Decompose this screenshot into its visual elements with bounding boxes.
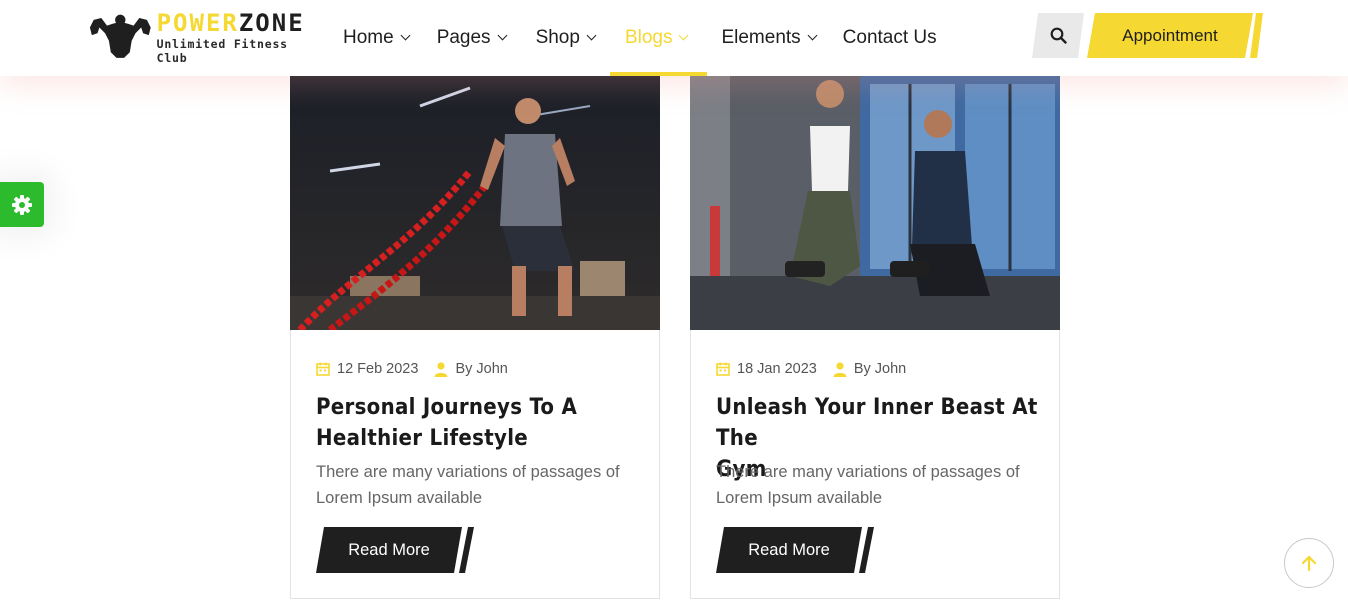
chevron-down-icon xyxy=(807,30,818,41)
nav-item-home[interactable]: Home xyxy=(343,0,411,76)
post-author[interactable]: By John xyxy=(854,361,906,377)
search-button[interactable] xyxy=(1032,13,1084,58)
post-title-line: Healthier Lifestyle xyxy=(316,426,529,451)
user-icon xyxy=(833,361,847,377)
nav-item-blogs[interactable]: Blogs xyxy=(610,0,707,76)
blog-image-battle-ropes[interactable] xyxy=(290,76,660,330)
chevron-down-icon xyxy=(679,30,689,41)
brand-name-part2: ZONE xyxy=(238,8,305,37)
post-meta: 12 Feb 2023 By John xyxy=(316,360,508,378)
post-title-line: Personal Journeys To A xyxy=(316,395,578,420)
blog-image-gym-lunges[interactable] xyxy=(690,76,1060,330)
post-date: 18 Jan 2023 xyxy=(737,361,817,377)
arrow-up-icon xyxy=(1301,555,1317,572)
chevron-down-icon xyxy=(497,30,508,41)
appointment-button-accent xyxy=(1250,13,1263,58)
post-title[interactable]: Personal Journeys To A Healthier Lifesty… xyxy=(316,392,646,454)
post-title-line: Unleash Your Inner Beast At The xyxy=(716,395,1038,451)
search-icon xyxy=(1050,27,1067,44)
nav-item-label: Home xyxy=(343,27,394,48)
post-author[interactable]: By John xyxy=(455,361,507,377)
page: POWERZONE Unlimited Fitness Club Home Pa… xyxy=(0,0,1348,600)
settings-toggle[interactable] xyxy=(0,182,44,227)
nav-item-label: Elements xyxy=(721,27,801,48)
nav-item-contact-us[interactable]: Contact Us xyxy=(843,0,937,76)
post-excerpt: There are many variations of passages of… xyxy=(716,463,1020,507)
scroll-to-top-button[interactable] xyxy=(1284,538,1334,588)
main-nav: Home Pages Shop Blogs Elements Contact U… xyxy=(343,0,937,76)
brand-name-part1: POWER xyxy=(156,8,239,37)
read-more-button-accent xyxy=(859,527,874,573)
nav-item-pages[interactable]: Pages xyxy=(436,0,508,76)
user-icon xyxy=(434,361,448,377)
nav-item-label: Shop xyxy=(535,27,580,48)
chevron-down-icon xyxy=(400,30,411,41)
chevron-down-icon xyxy=(586,30,597,41)
post-date: 12 Feb 2023 xyxy=(337,361,419,377)
blog-card: 12 Feb 2023 By John Personal Journeys To… xyxy=(290,76,660,599)
blog-card: 18 Jan 2023 By John Unleash Your Inner B… xyxy=(690,76,1060,599)
bodybuilder-logo-icon xyxy=(89,14,151,58)
brand-tagline: Unlimited Fitness Club xyxy=(156,36,288,65)
calendar-icon xyxy=(316,362,330,376)
post-excerpt: There are many variations of passages of… xyxy=(316,463,620,507)
read-more-button-accent xyxy=(459,527,474,573)
brand-logo[interactable]: POWERZONE Unlimited Fitness Club xyxy=(88,8,318,65)
nav-item-shop[interactable]: Shop xyxy=(535,0,597,76)
post-meta: 18 Jan 2023 By John xyxy=(716,360,906,378)
nav-item-label: Contact Us xyxy=(842,27,937,48)
nav-item-elements[interactable]: Elements xyxy=(721,0,818,76)
nav-item-label: Blogs xyxy=(624,27,673,48)
read-more-button[interactable]: Read More xyxy=(316,527,462,573)
calendar-icon xyxy=(716,362,730,376)
read-more-button[interactable]: Read More xyxy=(716,527,862,573)
gear-icon xyxy=(12,194,32,215)
appointment-button[interactable]: Appointment xyxy=(1087,13,1253,58)
site-header: POWERZONE Unlimited Fitness Club Home Pa… xyxy=(0,0,1348,76)
nav-item-label: Pages xyxy=(436,27,491,48)
